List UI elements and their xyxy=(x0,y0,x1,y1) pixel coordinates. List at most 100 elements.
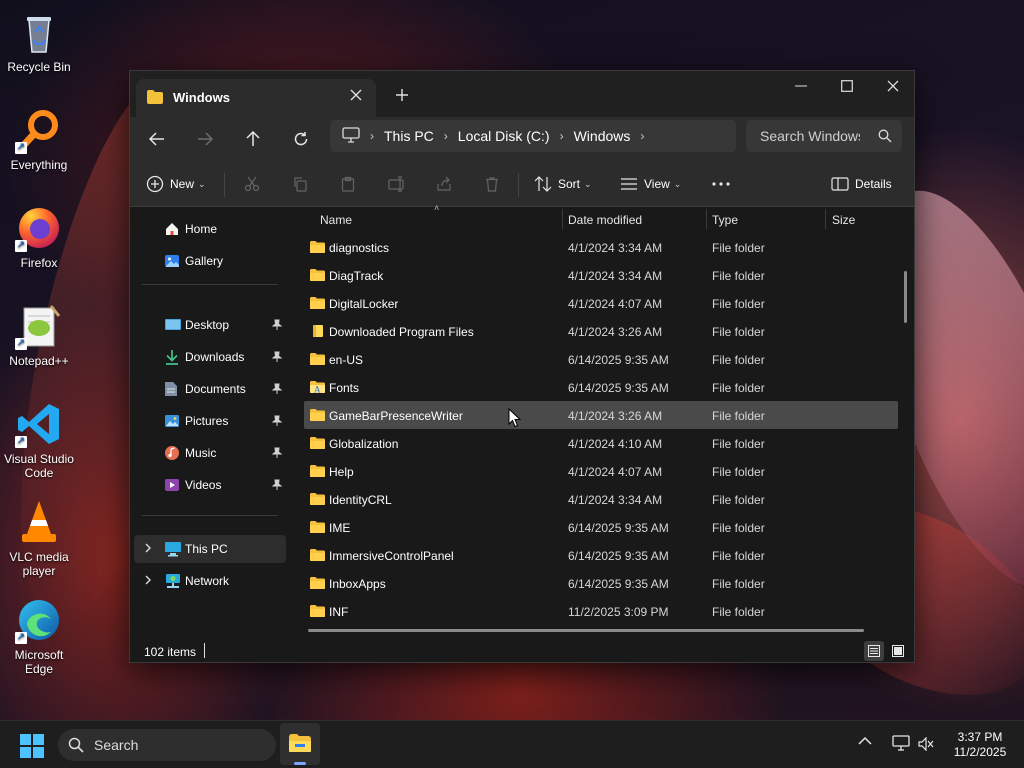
search-input[interactable]: Search Windows xyxy=(746,120,902,152)
desktop-icon-recycle-bin[interactable]: Recycle Bin xyxy=(2,8,76,74)
address-bar[interactable]: › This PC › Local Disk (C:) › Windows › xyxy=(330,120,736,152)
file-date: 6/14/2025 9:35 AM xyxy=(568,521,669,535)
pin-icon[interactable] xyxy=(271,351,283,366)
sidebar-item-home[interactable]: Home xyxy=(134,215,286,243)
details-pane-icon xyxy=(831,177,849,191)
arrow-up-icon xyxy=(246,131,260,146)
clock-time: 3:37 PM xyxy=(957,730,1003,744)
sidebar-item-music[interactable]: Music xyxy=(134,439,286,467)
file-date: 4/1/2024 4:10 AM xyxy=(568,437,663,451)
paste-button[interactable] xyxy=(340,169,356,199)
breadcrumb-local-disk[interactable]: Local Disk (C:) xyxy=(458,128,550,144)
pin-icon[interactable] xyxy=(271,479,283,494)
breadcrumb-this-pc[interactable]: This PC xyxy=(384,128,434,144)
pin-icon[interactable] xyxy=(271,447,283,462)
file-type: File folder xyxy=(712,577,765,591)
rename-button[interactable] xyxy=(388,169,406,199)
desktop-icon-vlc[interactable]: VLC media player xyxy=(2,498,76,578)
table-row[interactable]: A Fonts 6/14/2025 9:35 AM File folder xyxy=(304,373,898,401)
view-button[interactable]: View ⌄ xyxy=(620,169,681,199)
sidebar-divider xyxy=(142,284,278,285)
back-button[interactable] xyxy=(140,123,174,155)
folder-icon xyxy=(309,436,326,453)
sidebar-item-this-pc[interactable]: This PC xyxy=(134,535,286,563)
expand-chevron-icon[interactable] xyxy=(144,575,152,588)
pin-icon[interactable] xyxy=(271,383,283,398)
start-button[interactable] xyxy=(20,734,44,761)
show-hidden-icons-button[interactable] xyxy=(858,735,872,749)
more-options-button[interactable] xyxy=(712,169,730,199)
table-row[interactable]: DigitalLocker 4/1/2024 4:07 AM File folder xyxy=(304,289,898,317)
details-view-button[interactable] xyxy=(864,641,884,661)
column-header-size[interactable]: Size xyxy=(826,207,906,231)
close-tab-button[interactable] xyxy=(346,87,366,107)
large-icons-view-button[interactable] xyxy=(888,641,908,661)
table-row[interactable]: InboxApps 6/14/2025 9:35 AM File folder xyxy=(304,569,898,597)
minimize-button[interactable] xyxy=(778,71,824,101)
command-bar: New ⌄ Sort ⌄ View ⌄ Details xyxy=(130,161,914,207)
maximize-button[interactable] xyxy=(824,71,870,101)
running-indicator xyxy=(294,762,306,765)
chevron-right-icon[interactable]: › xyxy=(640,129,644,143)
column-header-name[interactable]: Name ˄ xyxy=(310,203,562,231)
close-window-button[interactable] xyxy=(870,71,914,101)
up-button[interactable] xyxy=(236,123,270,155)
chevron-down-icon: ⌄ xyxy=(584,178,592,189)
table-row[interactable]: diagnostics 4/1/2024 3:34 AM File folder xyxy=(304,233,898,261)
taskbar-search-box[interactable]: Search xyxy=(58,729,276,761)
column-header-date[interactable]: Date modified xyxy=(563,207,707,231)
network-status-button[interactable] xyxy=(892,735,910,754)
sidebar-item-pictures[interactable]: Pictures xyxy=(134,407,286,435)
new-tab-button[interactable] xyxy=(390,85,414,107)
file-type: File folder xyxy=(712,465,765,479)
vertical-scrollbar[interactable] xyxy=(904,271,907,323)
table-row[interactable]: IdentityCRL 4/1/2024 3:34 AM File folder xyxy=(304,485,898,513)
desktop-icon-edge[interactable]: ↗ Microsoft Edge xyxy=(2,596,76,676)
sidebar-item-network[interactable]: Network xyxy=(134,567,286,595)
new-button[interactable]: New ⌄ xyxy=(146,169,206,199)
refresh-button[interactable] xyxy=(284,123,318,155)
expand-chevron-icon[interactable] xyxy=(144,543,152,556)
file-name: Fonts xyxy=(329,381,360,395)
taskbar-file-explorer[interactable] xyxy=(280,723,320,765)
table-row[interactable]: Help 4/1/2024 4:07 AM File folder xyxy=(304,457,898,485)
table-row[interactable]: GameBarPresenceWriter 4/1/2024 3:26 AM Fil… xyxy=(304,401,898,429)
system-clock[interactable]: 3:37 PM 11/2/2025 xyxy=(944,730,1016,760)
table-row[interactable]: en-US 6/14/2025 9:35 AM File folder xyxy=(304,345,898,373)
table-row[interactable]: IME 6/14/2025 9:35 AM File folder xyxy=(304,513,898,541)
table-row[interactable]: DiagTrack 4/1/2024 3:34 AM File folder xyxy=(304,261,898,289)
desktop-icon-firefox[interactable]: ↗ Firefox xyxy=(2,204,76,270)
table-row[interactable]: Globalization 4/1/2024 4:10 AM File folder xyxy=(304,429,898,457)
close-icon xyxy=(887,80,899,92)
file-type: File folder xyxy=(712,493,765,507)
column-header-type[interactable]: Type xyxy=(707,207,826,231)
pin-icon[interactable] xyxy=(271,415,283,430)
horizontal-scrollbar[interactable] xyxy=(308,629,864,632)
pin-icon[interactable] xyxy=(271,319,283,334)
forward-button[interactable] xyxy=(188,123,222,155)
desktop-icon-label: Firefox xyxy=(20,256,58,270)
sidebar-item-desktop[interactable]: Desktop xyxy=(134,311,286,339)
sidebar-item-downloads[interactable]: Downloads xyxy=(134,343,286,371)
pictures-icon xyxy=(164,413,180,432)
desktop-icon-notepad-plus-plus[interactable]: ↗ Notepad++ xyxy=(2,302,76,368)
tab-title: Windows xyxy=(173,90,230,105)
volume-button[interactable] xyxy=(918,736,934,754)
delete-button[interactable] xyxy=(484,169,500,199)
copy-button[interactable] xyxy=(292,169,308,199)
desktop-icon-everything[interactable]: ↗ Everything xyxy=(2,106,76,172)
table-row[interactable]: INF 11/2/2025 3:09 PM File folder xyxy=(304,597,898,625)
sidebar-item-videos[interactable]: Videos xyxy=(134,471,286,499)
sidebar-item-gallery[interactable]: Gallery xyxy=(134,247,286,275)
sidebar-item-documents[interactable]: Documents xyxy=(134,375,286,403)
desktop-icon-vscode[interactable]: ↗ Visual Studio Code xyxy=(2,400,76,480)
details-pane-button[interactable]: Details xyxy=(831,169,892,199)
toolbar-divider xyxy=(518,173,519,197)
share-button[interactable] xyxy=(436,169,452,199)
sort-button[interactable]: Sort ⌄ xyxy=(534,169,592,199)
breadcrumb-windows[interactable]: Windows xyxy=(574,128,631,144)
cut-button[interactable] xyxy=(244,169,260,199)
table-row[interactable]: Downloaded Program Files 4/1/2024 3:26 AM… xyxy=(304,317,898,345)
tab-windows[interactable]: Windows xyxy=(136,79,376,117)
table-row[interactable]: ImmersiveControlPanel 6/14/2025 9:35 AM Fi… xyxy=(304,541,898,569)
